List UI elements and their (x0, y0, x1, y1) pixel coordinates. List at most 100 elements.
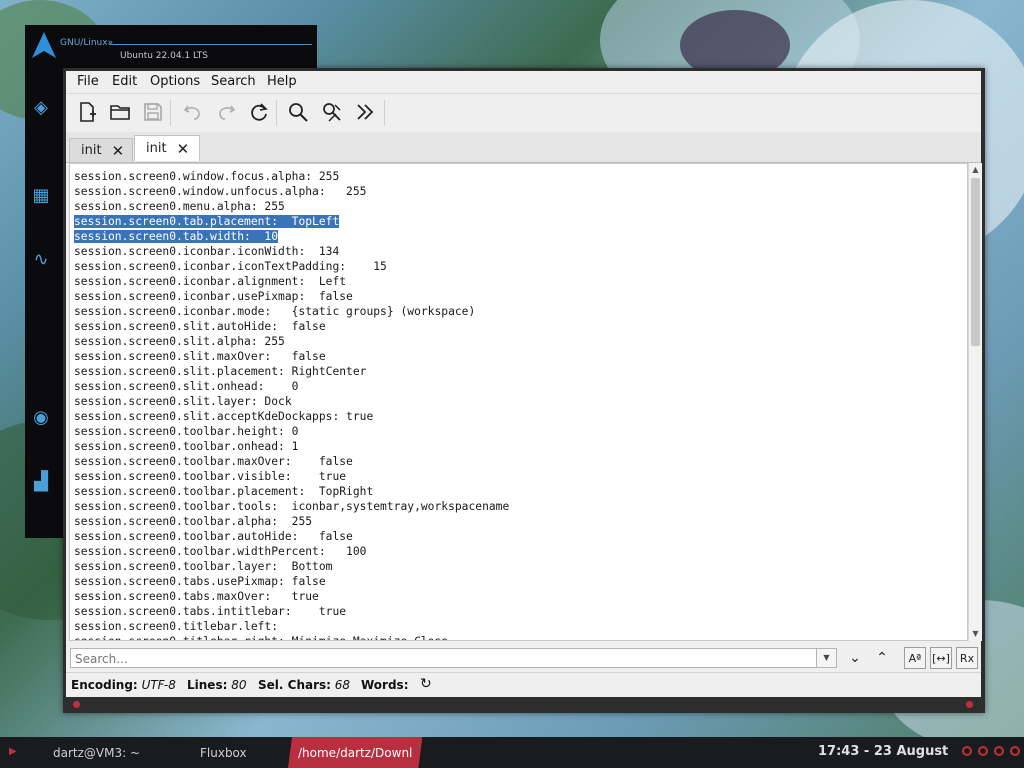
chevron-up-icon: ⌃ (876, 650, 888, 666)
editor-line: session.screen0.slit.onhead: 0 (74, 380, 299, 393)
editor-line: session.screen0.toolbar.autoHide: false (74, 530, 353, 543)
conky-os-label: GNU/Linux» (60, 38, 114, 48)
editor-line: session.screen0.slit.acceptKdeDockapps: … (74, 410, 374, 423)
reload-button[interactable] (246, 99, 272, 125)
editor-window: File Edit Options Search Help init ✕ ini… (63, 68, 985, 713)
storage-icon: ◉ (33, 407, 49, 428)
editor-line: session.screen0.toolbar.alpha: 255 (74, 515, 313, 528)
window-frame-bottom (63, 697, 985, 713)
scrollbar-thumb[interactable] (971, 178, 980, 346)
menu-file[interactable]: File (77, 74, 99, 89)
find-next-button[interactable]: ⌄ (844, 647, 866, 669)
editor-line: session.screen0.toolbar.tools: iconbar,s… (74, 500, 510, 513)
match-case-button[interactable]: Aª (904, 647, 926, 669)
tray-icon-3[interactable] (994, 746, 1004, 756)
search-history-dropdown[interactable]: ▼ (817, 648, 837, 668)
search-input[interactable] (70, 648, 817, 668)
save-button[interactable] (140, 99, 166, 125)
resize-grip-left[interactable] (73, 701, 80, 708)
more-icon (357, 104, 374, 120)
editor-line: session.screen0.slit.layer: Dock (74, 395, 292, 408)
tab-init-1[interactable]: init ✕ (69, 138, 133, 162)
scroll-down-icon[interactable]: ▼ (969, 628, 982, 640)
find-replace-icon (323, 103, 341, 122)
save-icon (144, 103, 162, 121)
editor-line: session.screen0.slit.maxOver: false (74, 350, 326, 363)
editor-line: session.screen0.titlebar.left: (74, 620, 279, 633)
tab-label: init (81, 143, 102, 158)
menu-arrow-icon[interactable]: ▶ (9, 746, 17, 757)
reload-icon (251, 103, 268, 121)
editor-line: session.screen0.toolbar.placement: TopRi… (74, 485, 374, 498)
conky-distro: Ubuntu 22.04.1 LTS (120, 51, 209, 61)
find-previous-button[interactable]: ⌃ (871, 647, 893, 669)
new-file-icon (80, 102, 96, 122)
status-bar: Encoding: UTF-8 Lines: 80 Sel. Chars: 68… (66, 672, 981, 697)
regex-button[interactable]: Rx (956, 647, 978, 669)
editor-line: session.screen0.iconbar.alignment: Left (74, 275, 347, 288)
scroll-up-icon[interactable]: ▲ (969, 164, 982, 176)
refresh-count-icon[interactable]: ↻ (420, 676, 432, 692)
editor-line: session.screen0.toolbar.onhead: 1 (74, 440, 299, 453)
close-icon[interactable]: ✕ (112, 142, 125, 160)
editor-line: session.screen0.tabs.usePixmap: false (74, 575, 326, 588)
tab-init-2[interactable]: init ✕ (134, 135, 200, 161)
vertical-scrollbar[interactable]: ▲ ▼ (968, 163, 982, 641)
find-replace-button[interactable] (319, 99, 345, 125)
menu-edit[interactable]: Edit (112, 74, 137, 89)
chevron-down-icon: ⌄ (849, 650, 861, 666)
task-editor[interactable]: /home/dartz/Downl (288, 737, 423, 768)
editor-line: session.screen0.slit.alpha: 255 (74, 335, 285, 348)
editor-line: session.screen0.tab.width: 10 (74, 230, 279, 243)
editor-line: session.screen0.iconbar.usePixmap: false (74, 290, 353, 303)
resize-grip-right[interactable] (966, 701, 973, 708)
open-folder-icon (110, 105, 130, 120)
find-button[interactable] (285, 99, 311, 125)
regex-icon: Rx (959, 651, 975, 665)
editor-line: session.screen0.toolbar.height: 0 (74, 425, 299, 438)
menu-search[interactable]: Search (211, 74, 256, 89)
memory-icon: ▦ (32, 185, 50, 206)
new-file-button[interactable] (74, 99, 100, 125)
menu-help[interactable]: Help (267, 74, 297, 89)
text-editor[interactable]: session.screen0.window.focus.alpha: 255 s… (69, 163, 968, 641)
task-fluxbox[interactable]: Fluxbox (200, 737, 247, 768)
toolbar (66, 93, 981, 133)
close-icon[interactable]: ✕ (177, 140, 190, 158)
undo-button[interactable] (180, 99, 206, 125)
cpu-icon: ◈ (34, 97, 48, 118)
editor-lines: session.screen0.window.focus.alpha: 255 s… (74, 169, 510, 640)
whole-word-button[interactable]: [↔] (930, 647, 952, 669)
conky-divider (109, 44, 312, 45)
editor-client: File Edit Options Search Help init ✕ ini… (66, 71, 982, 697)
editor-line: session.screen0.menu.alpha: 255 (74, 200, 285, 213)
tray-icon-2[interactable] (978, 746, 988, 756)
editor-line: session.screen0.tabs.intitlebar: true (74, 605, 347, 618)
encoding-status: Encoding: UTF-8 (71, 678, 176, 692)
tab-label: init (146, 141, 167, 156)
match-case-icon: Aª (908, 651, 922, 665)
lines-status: Lines: 80 (187, 678, 247, 692)
editor-line: session.screen0.toolbar.widthPercent: 10… (74, 545, 367, 558)
open-file-button[interactable] (107, 99, 133, 125)
clock: 17:43 - 23 August (818, 744, 949, 759)
editor-line: session.screen0.tab.placement: TopLeft (74, 215, 340, 228)
tray-icon-4[interactable] (1010, 746, 1020, 756)
more-button[interactable] (352, 99, 378, 125)
chevron-down-icon: ▼ (823, 653, 830, 662)
search-row: ▼ ⌄ ⌃ Aª [↔] Rx (66, 643, 981, 671)
editor-line: session.screen0.iconbar.iconTextPadding:… (74, 260, 387, 273)
menu-options[interactable]: Options (150, 74, 200, 89)
editor-line: session.screen0.toolbar.layer: Bottom (74, 560, 333, 573)
redo-button[interactable] (213, 99, 239, 125)
task-terminal[interactable]: dartz@VM3: ~ (53, 737, 140, 768)
activity-icon: ∿ (33, 249, 49, 270)
editor-line: session.screen0.iconbar.iconWidth: 134 (74, 245, 340, 258)
editor-line: session.screen0.toolbar.visible: true (74, 470, 347, 483)
editor-line: session.screen0.slit.autoHide: false (74, 320, 326, 333)
taskbar: ▶ dartz@VM3: ~ Fluxbox /home/dartz/Downl… (0, 737, 1024, 768)
redo-icon (219, 105, 236, 120)
tray-icon-1[interactable] (962, 746, 972, 756)
editor-line: session.screen0.slit.placement: RightCen… (74, 365, 367, 378)
editor-line: session.screen0.window.focus.alpha: 255 (74, 170, 340, 183)
